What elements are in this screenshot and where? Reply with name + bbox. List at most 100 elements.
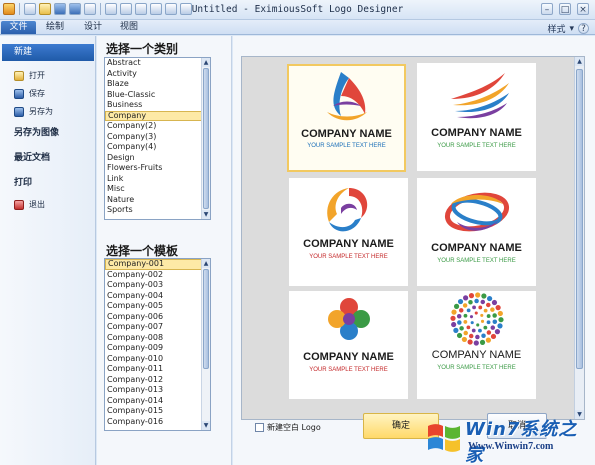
template-card-001[interactable]: COMPANY NAME YOUR SAMPLE TEXT HERE [287,64,406,172]
template-card-006[interactable]: COMPANY NAME YOUR SAMPLE TEXT HERE [417,291,536,399]
template-heading: 选择一个模板 [106,244,179,258]
nav-save-as-image[interactable]: 另存为图像 [2,125,94,142]
list-item[interactable]: Flowers-Fruits [105,163,210,174]
scroll-up-icon[interactable]: ▲ [202,58,210,67]
style-menu[interactable]: 样式 ▾ ? [547,22,589,35]
company-name-text: COMPANY NAME [431,242,522,254]
nav-save-as[interactable]: 另存为 [2,103,94,120]
exit-icon [14,199,24,210]
scroll-thumb[interactable] [203,269,209,369]
tagline-text: YOUR SAMPLE TEXT HERE [307,143,386,149]
list-item[interactable]: Company-010 [105,354,210,365]
nav-new[interactable]: 新建 [2,44,94,61]
list-item[interactable]: Company-012 [105,375,210,386]
wings-logo-icon [451,73,509,119]
list-item[interactable]: Blaze [105,79,210,90]
tab-design[interactable]: 设计 [78,21,108,34]
template-scrollbar[interactable]: ▲ ▼ [201,259,210,430]
list-item[interactable]: Company-002 [105,270,210,281]
scroll-thumb[interactable] [203,68,209,209]
watermark-url: Www.Winwin7.com [468,441,554,452]
category-list[interactable]: Abstract Activity Blaze Blue-Classic Busines… [104,57,211,220]
tab-draw[interactable]: 绘制 [40,21,70,34]
tab-view[interactable]: 视图 [114,21,144,34]
nav-open[interactable]: 打开 [2,67,94,84]
list-item[interactable]: Sports [105,205,210,216]
template-preview-panel: COMPANY NAME YOUR SAMPLE TEXT HERE COMPA… [233,36,595,465]
checkbox-box[interactable] [255,423,264,432]
blank-logo-checkbox[interactable]: 新建空白 Logo [255,422,321,433]
nav-save-as-label: 另存为 [29,107,53,116]
list-item[interactable]: Company-016 [105,417,210,428]
list-item[interactable]: Business [105,100,210,111]
maximize-icon[interactable]: □ [559,3,571,15]
list-item[interactable]: Company-009 [105,343,210,354]
scroll-down-icon[interactable]: ▼ [202,210,210,219]
list-item[interactable]: Company-013 [105,385,210,396]
nav-recent-documents[interactable]: 最近文档 [2,150,94,167]
orbit-ring-logo-icon [444,192,510,232]
swirl-triangle-logo-icon [327,72,367,121]
scroll-down-icon[interactable]: ▼ [202,421,210,430]
clover-heart-logo-icon [328,298,370,340]
category-heading: 选择一个类别 [106,42,179,56]
template-card-004[interactable]: COMPANY NAME YOUR SAMPLE TEXT HERE [417,178,536,286]
list-item[interactable]: Company-008 [105,333,210,344]
list-item[interactable]: Activity [105,69,210,80]
list-item[interactable]: Company-007 [105,322,210,333]
site-watermark: Win7系统之家 Www.Winwin7.com [420,412,595,465]
template-card-003[interactable]: COMPANY NAME YOUR SAMPLE TEXT HERE [289,178,408,286]
nav-save-label: 保存 [29,89,45,98]
chevron-down-icon: ▾ [569,23,574,34]
gallery-scrollbar[interactable]: ▲ ▼ [574,57,584,419]
list-item[interactable]: Nature [105,195,210,206]
list-item[interactable]: Company-015 [105,406,210,417]
style-label: 样式 [547,25,566,35]
list-item[interactable]: Company(4) [105,142,210,153]
minimize-icon[interactable]: – [541,3,553,15]
scroll-up-icon[interactable]: ▲ [202,259,210,268]
ribbon-tab-bar: 文件 绘制 设计 视图 样式 ▾ ? [0,20,595,35]
window-controls: – □ × [541,3,589,15]
blank-logo-label: 新建空白 Logo [267,423,321,432]
list-item[interactable]: Company-005 [105,301,210,312]
template-items: Company-001 Company-002 Company-003 Company… [105,259,210,427]
list-item[interactable]: Company(3) [105,132,210,143]
window-title: Untitled - EximiousSoft Logo Designer [191,4,404,15]
close-icon[interactable]: × [577,3,589,15]
category-scrollbar[interactable]: ▲ ▼ [201,58,210,219]
open-folder-icon [14,70,24,81]
scroll-up-icon[interactable]: ▲ [575,57,584,66]
category-items: Abstract Activity Blaze Blue-Classic Busines… [105,58,210,216]
template-card-002[interactable]: COMPANY NAME YOUR SAMPLE TEXT HERE [417,63,536,171]
selection-panel: 选择一个类别 Abstract Activity Blaze Blue-Classic… [97,36,232,465]
nav-open-label: 打开 [29,71,45,80]
list-item[interactable]: Company-004 [105,291,210,302]
list-item[interactable]: Blue-Classic [105,90,210,101]
scroll-thumb[interactable] [576,69,583,369]
list-item[interactable]: Misc [105,184,210,195]
tagline-text: YOUR SAMPLE TEXT HERE [437,143,516,149]
company-name-text: COMPANY NAME [303,351,394,363]
template-card-005[interactable]: COMPANY NAME YOUR SAMPLE TEXT HERE [289,291,408,399]
list-item[interactable]: Company-011 [105,364,210,375]
list-item[interactable]: Link [105,174,210,185]
list-item[interactable]: Company-001 [105,259,210,270]
nav-exit[interactable]: 退出 [2,196,94,213]
tab-file[interactable]: 文件 [1,21,36,34]
tagline-text: YOUR SAMPLE TEXT HERE [309,254,388,260]
help-icon[interactable]: ? [578,23,589,34]
company-name-text: COMPANY NAME [431,349,522,361]
list-item[interactable]: Company-003 [105,280,210,291]
list-item[interactable]: Company [105,110,210,121]
template-list[interactable]: Company-001 Company-002 Company-003 Company… [104,258,211,431]
list-item[interactable]: Company(2) [105,121,210,132]
list-item[interactable]: Design [105,153,210,164]
list-item[interactable]: Company-014 [105,396,210,407]
tagline-text: YOUR SAMPLE TEXT HERE [309,367,388,373]
nav-save[interactable]: 保存 [2,85,94,102]
list-item[interactable]: Abstract [105,58,210,69]
tagline-text: YOUR SAMPLE TEXT HERE [437,258,516,264]
nav-print[interactable]: 打印 [2,175,94,192]
list-item[interactable]: Company-006 [105,312,210,323]
